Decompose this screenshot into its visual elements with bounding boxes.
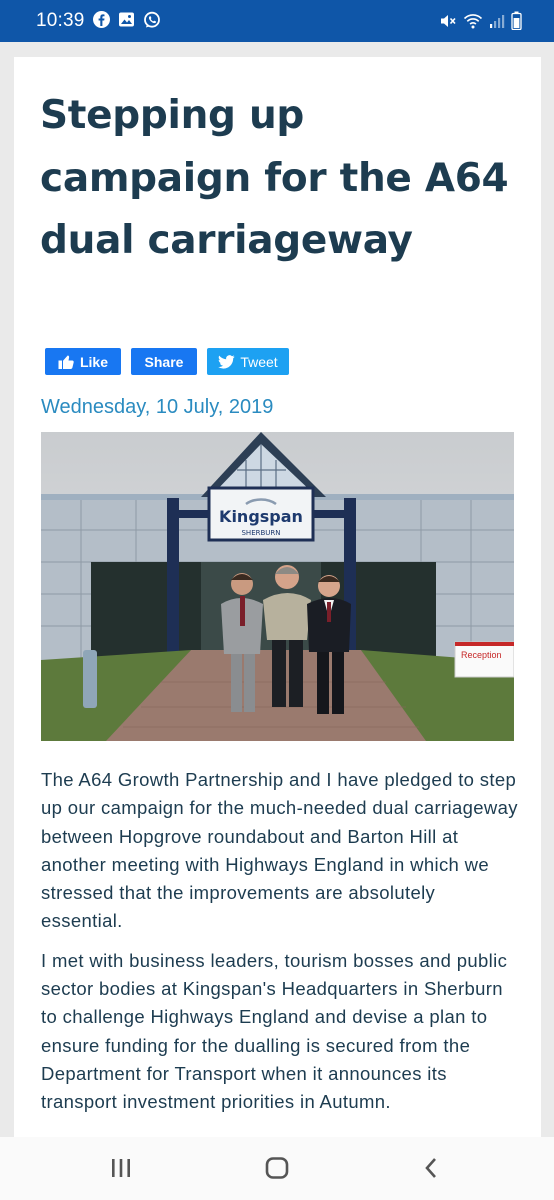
- wifi-icon: [463, 13, 483, 28]
- battery-icon: [511, 11, 522, 30]
- article-paragraph: The A64 Growth Partnership and I have pl…: [41, 769, 518, 932]
- thumbs-up-icon: [58, 355, 74, 369]
- twitter-bird-icon: [218, 354, 235, 369]
- sign-location: SHERBURN: [241, 529, 280, 537]
- home-icon: [265, 1157, 289, 1179]
- gallery-icon: [119, 12, 134, 27]
- back-icon: [425, 1158, 436, 1178]
- recent-apps-icon: [112, 1159, 130, 1177]
- facebook-share-button[interactable]: Share: [131, 348, 197, 375]
- status-bar: 10:39: [0, 0, 554, 42]
- facebook-like-button[interactable]: Like: [45, 348, 121, 375]
- like-label: Like: [79, 353, 108, 370]
- tweet-button[interactable]: Tweet: [207, 348, 289, 375]
- share-label: Share: [144, 353, 184, 370]
- facebook-icon: [93, 11, 110, 28]
- home-button[interactable]: [257, 1155, 297, 1181]
- back-button[interactable]: [411, 1155, 451, 1181]
- reception-sign: Reception: [461, 650, 502, 660]
- signal-icon: [490, 14, 505, 28]
- article-card: Stepping up campaign for the A64 dual ca…: [14, 57, 541, 1137]
- tweet-label: Tweet: [240, 353, 278, 370]
- sign-brand: Kingspan: [219, 507, 303, 526]
- kingspan-headquarters-photo: Kingspan SHERBURN Reception: [41, 432, 514, 741]
- mute-icon: [441, 14, 456, 27]
- status-time: 10:39: [36, 10, 85, 31]
- article-body: The A64 Growth Partnership and I have pl…: [41, 766, 521, 1128]
- article-date: Wednesday, 10 July, 2019: [41, 396, 274, 418]
- system-nav-bar: [0, 1137, 554, 1200]
- article-title: Stepping up campaign for the A64 dual ca…: [40, 93, 509, 263]
- recent-apps-button[interactable]: [101, 1155, 141, 1181]
- whatsapp-icon: [144, 11, 160, 28]
- article-photo: Kingspan SHERBURN Reception: [41, 432, 514, 741]
- article-paragraph: I met with business leaders, tourism bos…: [41, 949, 508, 1113]
